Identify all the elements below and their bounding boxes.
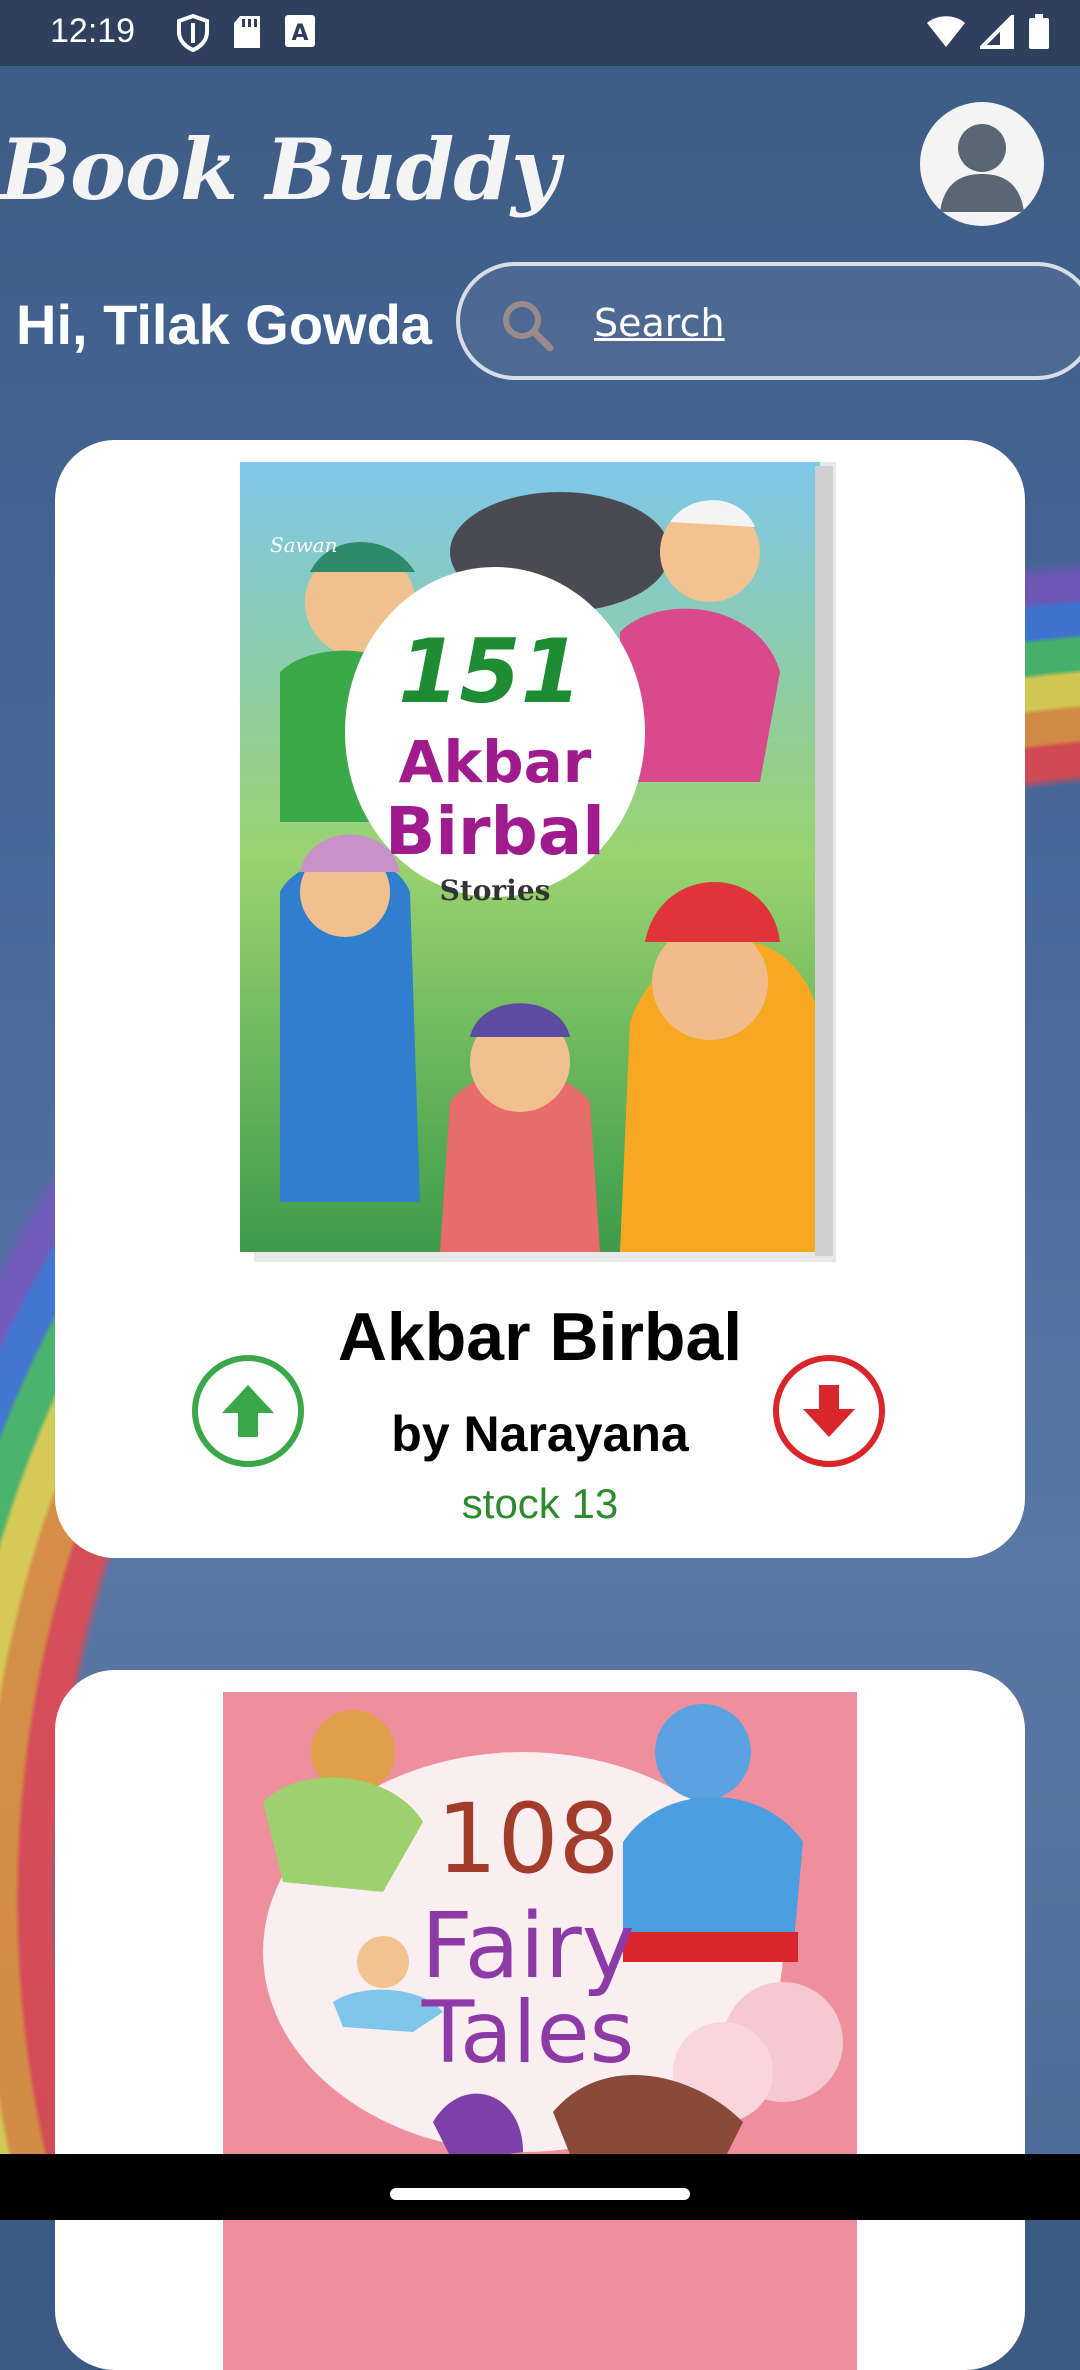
cover-number-text: 151 bbox=[398, 620, 582, 723]
cover-title-word2: Tales bbox=[421, 1983, 635, 2083]
increase-stock-button[interactable] bbox=[192, 1355, 304, 1467]
system-navigation-bar bbox=[0, 2154, 1080, 2220]
status-left-icons: A bbox=[176, 14, 316, 52]
search-input[interactable] bbox=[592, 296, 1016, 350]
book-title: Akbar Birbal bbox=[337, 1299, 743, 1375]
arrow-down-icon bbox=[803, 1385, 855, 1437]
search-bar[interactable] bbox=[456, 262, 1080, 380]
search-icon bbox=[503, 301, 554, 352]
app-title: Book Buddy bbox=[0, 120, 560, 219]
book-card[interactable]: 108 Fairy Tales bbox=[55, 1670, 1025, 2370]
cover-publisher-text: Sawan bbox=[270, 533, 338, 557]
cover-title-word1: Akbar bbox=[399, 728, 592, 796]
book-card[interactable]: Sawan 151 Akbar Birbal Stories Akbar Bir… bbox=[55, 440, 1025, 1558]
book-stock: stock 13 bbox=[461, 1480, 619, 1527]
cover-number-text: 108 bbox=[436, 1783, 619, 1895]
profile-button[interactable] bbox=[920, 102, 1044, 226]
greeting-text: Hi, Tilak Gowda bbox=[16, 293, 432, 356]
svg-text:A: A bbox=[291, 21, 308, 46]
home-gesture-handle[interactable] bbox=[390, 2188, 690, 2200]
user-avatar-icon bbox=[940, 124, 1024, 212]
decrease-stock-button[interactable] bbox=[773, 1355, 885, 1467]
status-right-icons bbox=[926, 14, 1050, 50]
battery-icon bbox=[1029, 14, 1049, 49]
sd-card-icon bbox=[234, 16, 260, 48]
cell-signal-icon bbox=[980, 15, 1014, 49]
book-cover-image: 108 Fairy Tales bbox=[223, 1692, 857, 2370]
shield-icon bbox=[177, 14, 209, 52]
status-time: 12:19 bbox=[50, 12, 136, 50]
status-bar: 12:19 A bbox=[0, 0, 1080, 66]
cover-subtitle-text: Stories bbox=[440, 874, 551, 907]
book-cover-image: Sawan 151 Akbar Birbal Stories bbox=[240, 462, 836, 1262]
cover-title-word2: Birbal bbox=[385, 793, 605, 870]
text-a-icon: A bbox=[285, 15, 315, 47]
arrow-up-icon bbox=[222, 1385, 274, 1437]
wifi-icon bbox=[927, 16, 965, 47]
